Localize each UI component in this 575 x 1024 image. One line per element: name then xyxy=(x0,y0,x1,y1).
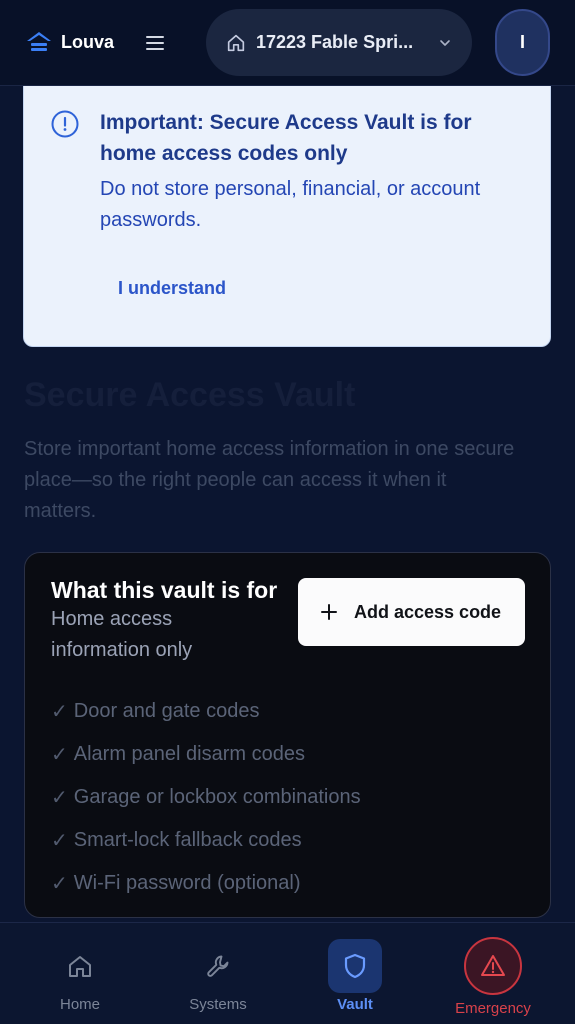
info-alert-icon xyxy=(51,110,79,138)
warning-triangle-icon xyxy=(481,955,505,976)
nav-icon-wrap xyxy=(53,939,107,993)
shield-icon xyxy=(344,953,366,979)
vault-info-card: What this vault is for Home access infor… xyxy=(24,552,551,918)
i-understand-button[interactable]: I understand xyxy=(106,270,238,306)
add-access-code-button[interactable]: Add access code xyxy=(298,578,525,646)
nav-icon-wrap xyxy=(191,939,245,993)
nav-label-home: Home xyxy=(59,996,100,1013)
hamburger-menu-button[interactable] xyxy=(143,31,167,55)
nav-tab-systems[interactable]: Systems xyxy=(173,923,263,1024)
check-icon: ✓ xyxy=(51,830,68,852)
page-title: Secure Access Vault xyxy=(24,376,356,414)
nav-icon-wrap xyxy=(464,937,522,995)
wrench-icon xyxy=(207,955,229,977)
hamburger-icon xyxy=(146,36,164,50)
list-item-label: Door and gate codes xyxy=(73,700,260,722)
list-item: ✓ Garage or lockbox combinations xyxy=(51,776,361,819)
list-item: ✓ Alarm panel disarm codes xyxy=(51,733,361,776)
list-item-label: Wi-Fi password (optional) xyxy=(73,872,301,894)
nav-label-systems: Systems xyxy=(189,996,247,1013)
list-item: ✓ Door and gate codes xyxy=(51,690,361,733)
chevron-down-icon xyxy=(440,39,450,46)
nav-label-emergency: Emergency xyxy=(455,1000,531,1017)
check-icon: ✓ xyxy=(51,701,68,723)
home-icon xyxy=(227,34,245,51)
list-item: ✓ Smart-lock fallback codes xyxy=(51,819,361,862)
plus-icon xyxy=(321,604,337,620)
nav-tab-emergency[interactable]: Emergency xyxy=(443,923,543,1024)
add-access-code-label: Add access code xyxy=(354,601,502,622)
brand-logo[interactable]: Louva xyxy=(25,28,114,56)
list-item-label: Garage or lockbox combinations xyxy=(73,786,361,808)
brand-name: Louva xyxy=(61,31,115,52)
list-item-label: Smart-lock fallback codes xyxy=(73,829,302,851)
list-item: ✓ Wi-Fi password (optional) xyxy=(51,862,361,905)
vault-info-title: What this vault is for xyxy=(51,577,278,603)
check-icon: ✓ xyxy=(51,787,68,809)
important-notice-card: Important: Secure Access Vault is for ho… xyxy=(23,70,551,347)
page-description: Store important home access information … xyxy=(24,438,515,522)
app-screen: Louva 17223 Fable Spri... I Important: S… xyxy=(0,0,575,1024)
vault-info-subtitle: Home access information only xyxy=(51,608,193,661)
user-avatar[interactable]: I xyxy=(495,9,550,76)
top-header: Louva 17223 Fable Spri... I xyxy=(0,0,575,86)
notice-body: Do not store personal, financial, or acc… xyxy=(100,178,481,231)
notice-title: Important: Secure Access Vault is for ho… xyxy=(100,111,472,165)
nav-icon-wrap xyxy=(328,939,382,993)
check-icon: ✓ xyxy=(51,744,68,766)
bottom-navigation: Home Systems Vault Emergency xyxy=(0,922,575,1024)
nav-label-vault: Vault xyxy=(337,996,373,1013)
list-item-label: Alarm panel disarm codes xyxy=(73,743,305,765)
nav-tab-home[interactable]: Home xyxy=(40,923,120,1024)
property-selector[interactable]: 17223 Fable Spri... xyxy=(206,9,472,76)
check-icon: ✓ xyxy=(51,873,68,895)
nav-tab-vault[interactable]: Vault xyxy=(315,923,395,1024)
house-logo-icon xyxy=(27,32,51,51)
vault-use-list: ✓ Door and gate codes ✓ Alarm panel disarm… xyxy=(51,690,361,905)
property-address: 17223 Fable Spri... xyxy=(256,32,414,52)
home-icon xyxy=(69,956,91,977)
